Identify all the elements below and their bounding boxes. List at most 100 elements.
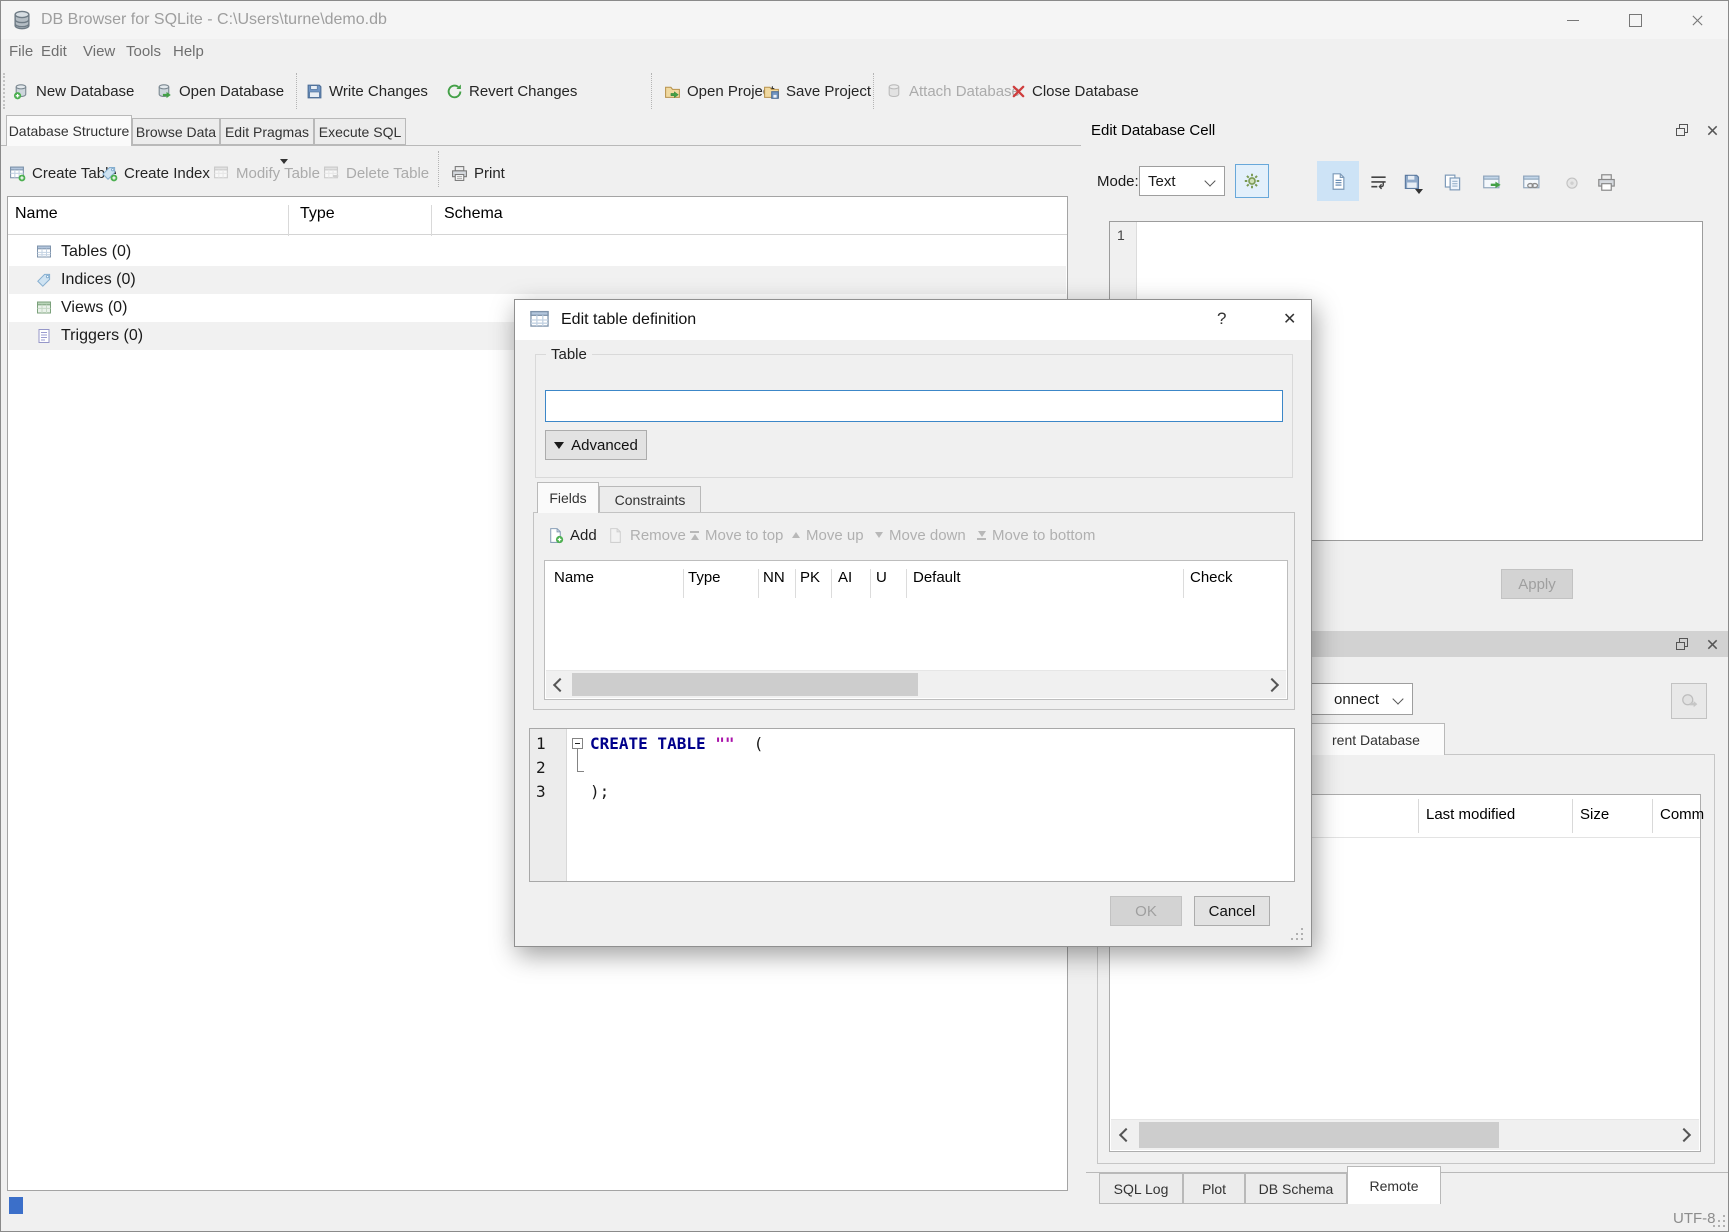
tree-row-tables[interactable]: Tables (0) bbox=[9, 238, 1066, 266]
column-divider[interactable] bbox=[431, 205, 432, 236]
scroll-left-button[interactable] bbox=[546, 671, 570, 698]
new-database-button[interactable]: New Database bbox=[13, 77, 134, 105]
column-divider[interactable] bbox=[758, 569, 759, 598]
scrollbar-thumb[interactable] bbox=[572, 673, 918, 696]
scroll-right-button[interactable] bbox=[1673, 1120, 1699, 1150]
code-fold-icon[interactable] bbox=[572, 738, 583, 749]
save-project-button[interactable]: Save Project bbox=[763, 77, 871, 105]
tab-current-database[interactable]: rent Database bbox=[1301, 723, 1445, 755]
tree-row-triggers-label[interactable]: Triggers (0) bbox=[61, 327, 143, 345]
column-divider[interactable] bbox=[1652, 799, 1653, 833]
export-data-button[interactable] bbox=[1439, 169, 1465, 195]
scrollbar-thumb[interactable] bbox=[1139, 1122, 1499, 1148]
grid-col-type[interactable]: Type bbox=[688, 569, 721, 586]
table-name-input[interactable] bbox=[545, 390, 1283, 422]
tab-edit-pragmas[interactable]: Edit Pragmas bbox=[220, 118, 314, 145]
tab-browse-data[interactable]: Browse Data bbox=[132, 118, 220, 145]
open-project-button[interactable]: Open Project bbox=[664, 77, 775, 105]
remote-float-button[interactable] bbox=[1673, 635, 1691, 653]
cancel-button[interactable]: Cancel bbox=[1194, 896, 1270, 926]
tab-db-schema[interactable]: DB Schema bbox=[1245, 1173, 1347, 1204]
window-resize-grip[interactable] bbox=[1713, 1215, 1726, 1228]
close-button[interactable] bbox=[1666, 1, 1728, 39]
open-in-external-button[interactable] bbox=[1477, 169, 1507, 195]
menu-view[interactable]: View bbox=[83, 43, 115, 60]
import-dropdown-arrow[interactable] bbox=[1415, 189, 1423, 194]
dialog-resize-grip[interactable] bbox=[1291, 928, 1304, 941]
fields-grid-hscrollbar[interactable] bbox=[546, 670, 1286, 698]
menu-file[interactable]: File bbox=[9, 43, 33, 60]
scroll-left-button[interactable] bbox=[1111, 1120, 1137, 1150]
tab-remote[interactable]: Remote bbox=[1347, 1166, 1441, 1204]
remote-hscrollbar[interactable] bbox=[1111, 1119, 1699, 1150]
tree-header-type[interactable]: Type bbox=[300, 205, 335, 223]
import-data-button[interactable] bbox=[1399, 169, 1425, 195]
column-divider[interactable] bbox=[683, 569, 684, 598]
tab-fields-label: Fields bbox=[549, 490, 586, 506]
schema-tree-header[interactable]: Name Type Schema bbox=[8, 197, 1067, 235]
scroll-right-button[interactable] bbox=[1262, 671, 1286, 698]
auto-switch-mode-button[interactable] bbox=[1235, 164, 1269, 198]
tree-header-name[interactable]: Name bbox=[15, 205, 58, 223]
column-divider[interactable] bbox=[288, 205, 289, 236]
dialog-help-button[interactable]: ? bbox=[1217, 309, 1226, 329]
dialog-close-button[interactable]: ✕ bbox=[1283, 309, 1296, 329]
tab-fields[interactable]: Fields bbox=[537, 482, 599, 513]
print-cell-button[interactable] bbox=[1593, 169, 1619, 195]
col-commit[interactable]: Comm bbox=[1660, 806, 1704, 823]
column-divider[interactable] bbox=[1183, 569, 1184, 598]
tab-plot[interactable]: Plot bbox=[1183, 1173, 1245, 1204]
column-divider[interactable] bbox=[870, 569, 871, 598]
menu-edit[interactable]: Edit bbox=[41, 43, 67, 60]
column-divider[interactable] bbox=[1418, 799, 1419, 833]
column-divider[interactable] bbox=[906, 569, 907, 598]
fields-grid[interactable]: Name Type NN PK AI U Default Check bbox=[544, 560, 1288, 700]
edit-cell-float-button[interactable] bbox=[1673, 121, 1691, 139]
grid-col-pk[interactable]: PK bbox=[800, 569, 820, 586]
column-divider[interactable] bbox=[795, 569, 796, 598]
advanced-toggle-button[interactable]: Advanced bbox=[545, 430, 647, 460]
tab-database-structure[interactable]: Database Structure bbox=[6, 115, 132, 146]
column-divider[interactable] bbox=[831, 569, 832, 598]
grid-col-check[interactable]: Check bbox=[1190, 569, 1233, 586]
col-size[interactable]: Size bbox=[1580, 806, 1609, 823]
word-wrap-button[interactable] bbox=[1365, 169, 1391, 195]
menu-tools[interactable]: Tools bbox=[126, 43, 161, 60]
copy-document-icon bbox=[1443, 173, 1462, 192]
remote-close-button[interactable] bbox=[1703, 635, 1721, 653]
tab-sql-log[interactable]: SQL Log bbox=[1099, 1173, 1183, 1204]
open-url-button[interactable] bbox=[1517, 169, 1547, 195]
write-changes-button[interactable]: Write Changes bbox=[306, 77, 428, 105]
grid-col-name[interactable]: Name bbox=[554, 569, 594, 586]
grid-col-ai[interactable]: AI bbox=[838, 569, 852, 586]
open-database-button[interactable]: Open Database bbox=[156, 77, 284, 105]
minimize-button[interactable] bbox=[1542, 1, 1604, 39]
tree-row-indices[interactable]: Indices (0) bbox=[9, 266, 1066, 294]
grid-col-nn[interactable]: NN bbox=[763, 569, 785, 586]
column-divider[interactable] bbox=[1572, 799, 1573, 833]
tree-row-tables-label[interactable]: Tables (0) bbox=[61, 243, 131, 261]
tree-header-schema[interactable]: Schema bbox=[444, 205, 503, 223]
tab-db-schema-label: DB Schema bbox=[1259, 1181, 1334, 1197]
remote-identity-select[interactable]: onnect bbox=[1301, 683, 1413, 715]
create-index-button[interactable]: Create Index bbox=[101, 159, 210, 187]
menu-help[interactable]: Help bbox=[173, 43, 204, 60]
add-field-button[interactable]: Add bbox=[547, 522, 597, 548]
edit-cell-close-button[interactable] bbox=[1703, 121, 1721, 139]
text-mode-button[interactable] bbox=[1317, 161, 1359, 201]
col-last-modified[interactable]: Last modified bbox=[1426, 806, 1515, 823]
close-database-button[interactable]: Close Database bbox=[1011, 77, 1139, 105]
tree-row-indices-label[interactable]: Indices (0) bbox=[61, 271, 136, 289]
grid-col-default[interactable]: Default bbox=[913, 569, 961, 586]
move-to-bottom-icon bbox=[977, 531, 986, 540]
tab-constraints[interactable]: Constraints bbox=[599, 486, 701, 513]
tree-row-views-label[interactable]: Views (0) bbox=[61, 299, 127, 317]
revert-changes-button[interactable]: Revert Changes bbox=[446, 77, 577, 105]
grid-col-u[interactable]: U bbox=[876, 569, 887, 586]
dialog-titlebar: Edit table definition ? ✕ bbox=[515, 300, 1311, 340]
mode-select[interactable]: Text bbox=[1139, 166, 1225, 196]
maximize-button[interactable] bbox=[1604, 1, 1666, 39]
tab-execute-sql[interactable]: Execute SQL bbox=[314, 118, 406, 145]
print-button[interactable]: Print bbox=[451, 159, 505, 187]
encoding-status[interactable]: UTF-8 bbox=[1673, 1210, 1716, 1227]
